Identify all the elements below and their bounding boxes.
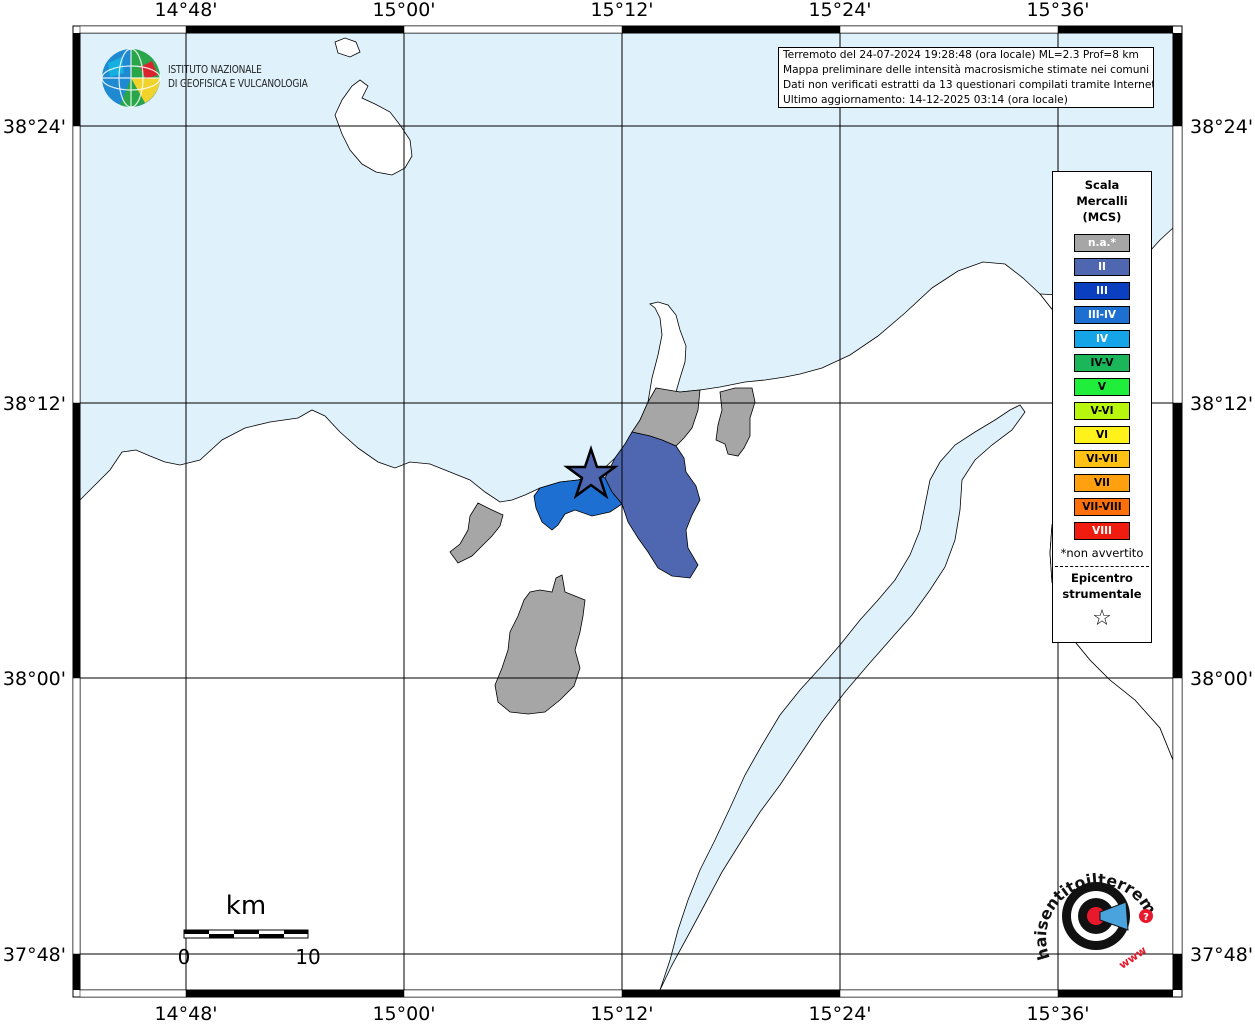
hst-logo: haisentitoilterremoto.it ? www [1030,858,1160,972]
lat-label-right: 38°12' [1190,393,1253,415]
legend-item: IV [1074,330,1130,348]
event-info-line: Ultimo aggiornamento: 14-12-2025 03:14 (… [783,94,1068,106]
legend-epicenter-label: Epicentro strumentale [1053,570,1151,602]
lon-label-bottom: 14°48' [154,1003,217,1024]
lat-label-left: 38°24' [3,116,66,138]
lat-label-right: 38°00' [1190,668,1253,690]
legend-items: n.a.* II III III-IV IV IV-V V V-VI VI VI-VII VII VI… [1053,234,1151,540]
mcs-legend: Scala Mercalli (MCS) n.a.* II III III-IV IV I… [1052,171,1152,643]
lat-label-left: 38°00' [3,668,66,690]
lon-label-bottom: 15°12' [590,1003,653,1024]
hst-url-text: www [1117,944,1149,972]
legend-title-line: Mercalli [1076,194,1128,208]
lon-label-top: 15°00' [372,0,435,21]
ingv-logo: ISTITUTO NAZIONALE DI GEOFISICA E VULCAN… [100,47,330,109]
legend-epicenter-line: Epicentro [1071,571,1133,585]
ingv-name: ISTITUTO NAZIONALE DI GEOFISICA E VULCAN… [168,63,308,91]
legend-item: VII-VIII [1074,498,1130,516]
scale-unit-label: km [226,891,266,921]
legend-item: VI-VII [1074,450,1130,468]
lon-label-top: 15°36' [1026,0,1089,21]
event-info-box: Terremoto del 24-07-2024 19:28:48 (ora l… [778,47,1154,108]
legend-item: V [1074,378,1130,396]
legend-item: II [1074,258,1130,276]
legend-note: *non avvertito [1060,546,1144,560]
legend-item: III-IV [1074,306,1130,324]
lon-label-top: 15°12' [590,0,653,21]
legend-item: IV-V [1074,354,1130,372]
legend-item: VIII [1074,522,1130,540]
legend-item: VI [1074,426,1130,444]
ingv-name-line1: ISTITUTO NAZIONALE [168,64,262,76]
scale-min-label: 0 [178,945,191,969]
ingv-name-line2: DI GEOFISICA E VULCANOLOGIA [168,78,308,90]
legend-title-line: (MCS) [1082,210,1122,224]
lat-label-right: 38°24' [1190,116,1253,138]
legend-item: III [1074,282,1130,300]
event-info-line: Mappa preliminare delle intensità macros… [783,64,1150,76]
legend-title-line: Scala [1084,178,1120,192]
svg-text:?: ? [1143,912,1149,923]
lon-label-bottom: 15°00' [372,1003,435,1024]
ingv-globe-icon [101,48,161,108]
lat-label-right: 37°48' [1190,944,1253,966]
legend-title: Scala Mercalli (MCS) [1053,177,1151,225]
legend-epicenter-line: strumentale [1062,587,1142,601]
legend-item: V-VI [1074,402,1130,420]
lon-label-top: 15°24' [808,0,871,21]
event-info-line: Dati non verificati estratti da 13 quest… [783,79,1154,91]
lon-label-bottom: 15°24' [808,1003,871,1024]
event-info-line: Terremoto del 24-07-2024 19:28:48 (ora l… [783,49,1139,61]
legend-item: VII [1074,474,1130,492]
lon-label-top: 14°48' [154,0,217,21]
scale-max-label: 10 [295,945,320,969]
legend-item: n.a.* [1074,234,1130,252]
lat-label-left: 38°12' [3,393,66,415]
lon-label-bottom: 15°36' [1026,1003,1089,1024]
star-icon: ☆ [1092,606,1112,631]
lat-label-left: 37°48' [3,944,66,966]
legend-divider [1055,566,1149,567]
